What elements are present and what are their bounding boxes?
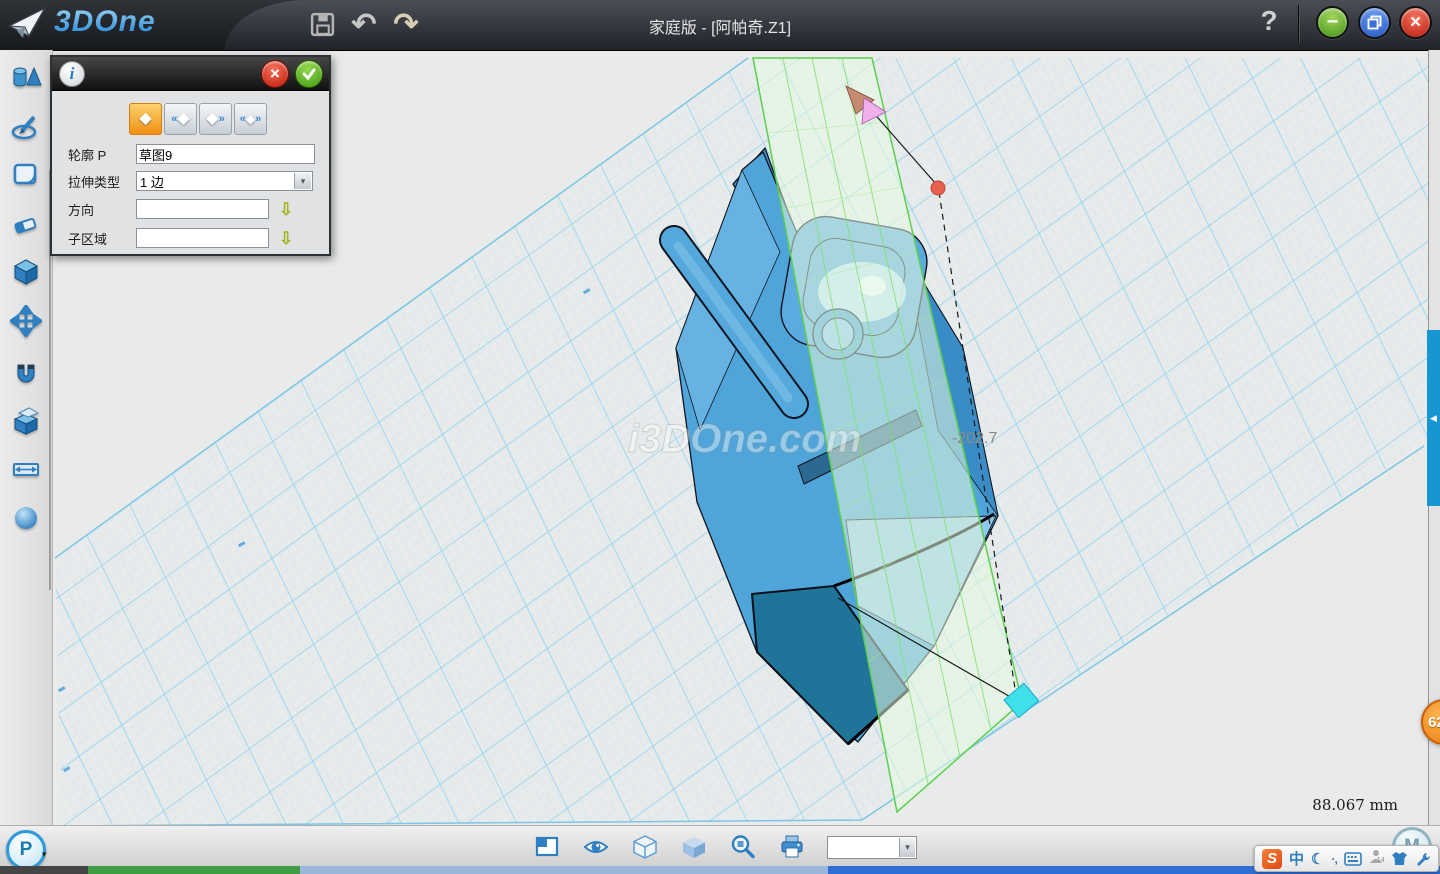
direction-label: 方向 <box>52 200 136 219</box>
diamond-icon: ◆ <box>206 111 218 127</box>
extrude-dimension-label: -202.7 <box>952 430 997 447</box>
dropdown-arrow-icon[interactable]: ▾ <box>294 173 311 189</box>
printer-icon <box>782 836 802 857</box>
magnet-icon <box>10 355 42 387</box>
view-layout-icon <box>537 838 547 847</box>
taskbar-sliver <box>88 866 300 874</box>
magnet-constraint-tool[interactable] <box>10 355 42 387</box>
extrude-type-label: 拉伸类型 <box>52 172 136 191</box>
taskbar-sliver <box>300 866 828 874</box>
eraser-tool[interactable] <box>10 208 42 240</box>
app-window: -202.7 i3DOne.com 88.067 mm 3DOne ↶ <box>0 0 1440 874</box>
watermark: i3DOne.com <box>628 417 861 461</box>
diamond-icon: ◆ <box>177 111 189 127</box>
plan-view-caret-icon[interactable]: ▾ <box>42 849 47 860</box>
profile-label: 轮廓 P <box>52 145 136 164</box>
subregion-input[interactable] <box>136 228 269 248</box>
ime-logo[interactable]: S <box>1262 849 1282 869</box>
dialog-confirm-button[interactable] <box>295 60 323 88</box>
chevron-right-icon: » <box>255 114 261 125</box>
minimize-icon: − <box>1327 11 1339 34</box>
status-dimension: 88.067 mm <box>1312 796 1398 814</box>
extrude-mode-to-face-button[interactable]: «◆» <box>234 103 267 135</box>
collapse-arrow-icon: ◀ <box>1430 413 1437 424</box>
soft-keyboard-icon[interactable] <box>1344 852 1362 866</box>
settings-wrench-icon[interactable] <box>1415 851 1431 867</box>
close-button[interactable]: × <box>1399 6 1432 39</box>
anchor-point-handle[interactable] <box>931 181 945 195</box>
move-transform-tool[interactable] <box>10 305 42 337</box>
help-button[interactable]: ? <box>1254 5 1284 37</box>
subregion-label: 子区域 <box>52 229 136 248</box>
material-render-tool[interactable] <box>10 502 42 534</box>
plan-view-button[interactable]: P <box>6 830 46 870</box>
chevron-right-icon: » <box>219 114 225 125</box>
feature-modeling-tool[interactable] <box>10 256 42 288</box>
diamond-icon: ◆ <box>246 113 255 125</box>
bottom-toolbar: ▾ <box>0 825 1440 867</box>
direction-picker-icon[interactable]: ⇩ <box>279 201 293 218</box>
window-title: 家庭版 - [阿帕奇.Z1] <box>0 14 1440 38</box>
moon-mode-icon[interactable]: ☾ <box>1311 850 1324 868</box>
sketch-draw-tool[interactable] <box>10 110 42 142</box>
move-arrows-icon <box>10 305 42 337</box>
zoom-button[interactable] <box>729 833 757 861</box>
solid-primitives-tool[interactable] <box>10 61 42 93</box>
info-icon: i <box>59 61 85 87</box>
ime-user-icon[interactable]: 14 <box>1369 849 1384 869</box>
assembly-tool[interactable] <box>10 404 42 436</box>
titlebar: 3DOne ↶ ↷ 家庭版 - [阿帕奇.Z1] ? − × <box>0 0 1440 51</box>
cone-icon <box>27 68 41 85</box>
titlebar-separator <box>1298 5 1299 43</box>
wireframe-cube-icon <box>634 836 656 858</box>
diamond-icon: ◆ <box>139 111 151 127</box>
extrude-mode-symmetric-button[interactable]: ◆» <box>199 103 232 135</box>
punctuation-toggle-icon[interactable]: ·, <box>1331 852 1336 866</box>
extrude-type-select[interactable]: 1 边 ▾ <box>136 171 313 191</box>
shaded-cube-icon <box>683 837 705 858</box>
extrude-mode-row: ◆ «◆ ◆» «◆» <box>129 103 267 135</box>
wireframe-view-button[interactable] <box>631 833 659 861</box>
cancel-x-icon: × <box>270 64 280 84</box>
assembly-box-icon <box>10 404 42 436</box>
restore-icon <box>1367 15 1382 30</box>
minimize-button[interactable]: − <box>1316 6 1349 39</box>
print-button[interactable] <box>778 833 806 861</box>
visibility-button[interactable] <box>582 833 610 861</box>
dialog-header[interactable]: i × <box>52 57 329 91</box>
extrude-mode-one-side-button[interactable]: ◆ <box>129 103 162 135</box>
extrude-mode-two-side-button[interactable]: «◆ <box>164 103 197 135</box>
dropdown-arrow-icon[interactable]: ▾ <box>899 838 915 857</box>
taskbar-sliver <box>0 866 88 874</box>
ime-user-badge: 14 <box>1377 857 1385 864</box>
close-icon: × <box>1410 12 1421 34</box>
sketch-plane-tool[interactable] <box>10 158 42 190</box>
extrude-type-value: 1 边 <box>140 172 164 191</box>
panel-collapse-tab[interactable]: ◀ <box>1427 330 1440 506</box>
profile-input[interactable] <box>136 144 315 164</box>
extrude-dialog: i × ◆ «◆ ◆» «◆» 轮廓 P 拉伸类型 1 边 ▾ 方向 ⇩ <box>50 55 331 256</box>
view-layout-button[interactable] <box>533 833 561 861</box>
skin-shirt-icon[interactable] <box>1391 851 1408 866</box>
sphere-icon <box>10 502 42 534</box>
badge-count: 62 <box>1428 714 1440 731</box>
check-icon <box>301 66 317 82</box>
plan-view-label: P <box>20 839 33 861</box>
measure-tool[interactable] <box>10 453 42 485</box>
tool-sidebar <box>0 50 53 825</box>
ime-toolbar: S 中 ☾ ·, 14 <box>1254 845 1439 872</box>
direction-input[interactable] <box>136 199 269 219</box>
ime-language-toggle[interactable]: 中 <box>1289 848 1304 869</box>
cube-icon <box>10 256 42 288</box>
dialog-cancel-button[interactable]: × <box>261 60 289 88</box>
zoom-icon <box>733 837 753 857</box>
shaded-view-button[interactable] <box>680 833 708 861</box>
maximize-button[interactable] <box>1358 6 1391 39</box>
view-preset-select[interactable]: ▾ <box>827 836 917 859</box>
subregion-picker-icon[interactable]: ⇩ <box>279 230 293 247</box>
ruler-icon <box>10 453 42 485</box>
